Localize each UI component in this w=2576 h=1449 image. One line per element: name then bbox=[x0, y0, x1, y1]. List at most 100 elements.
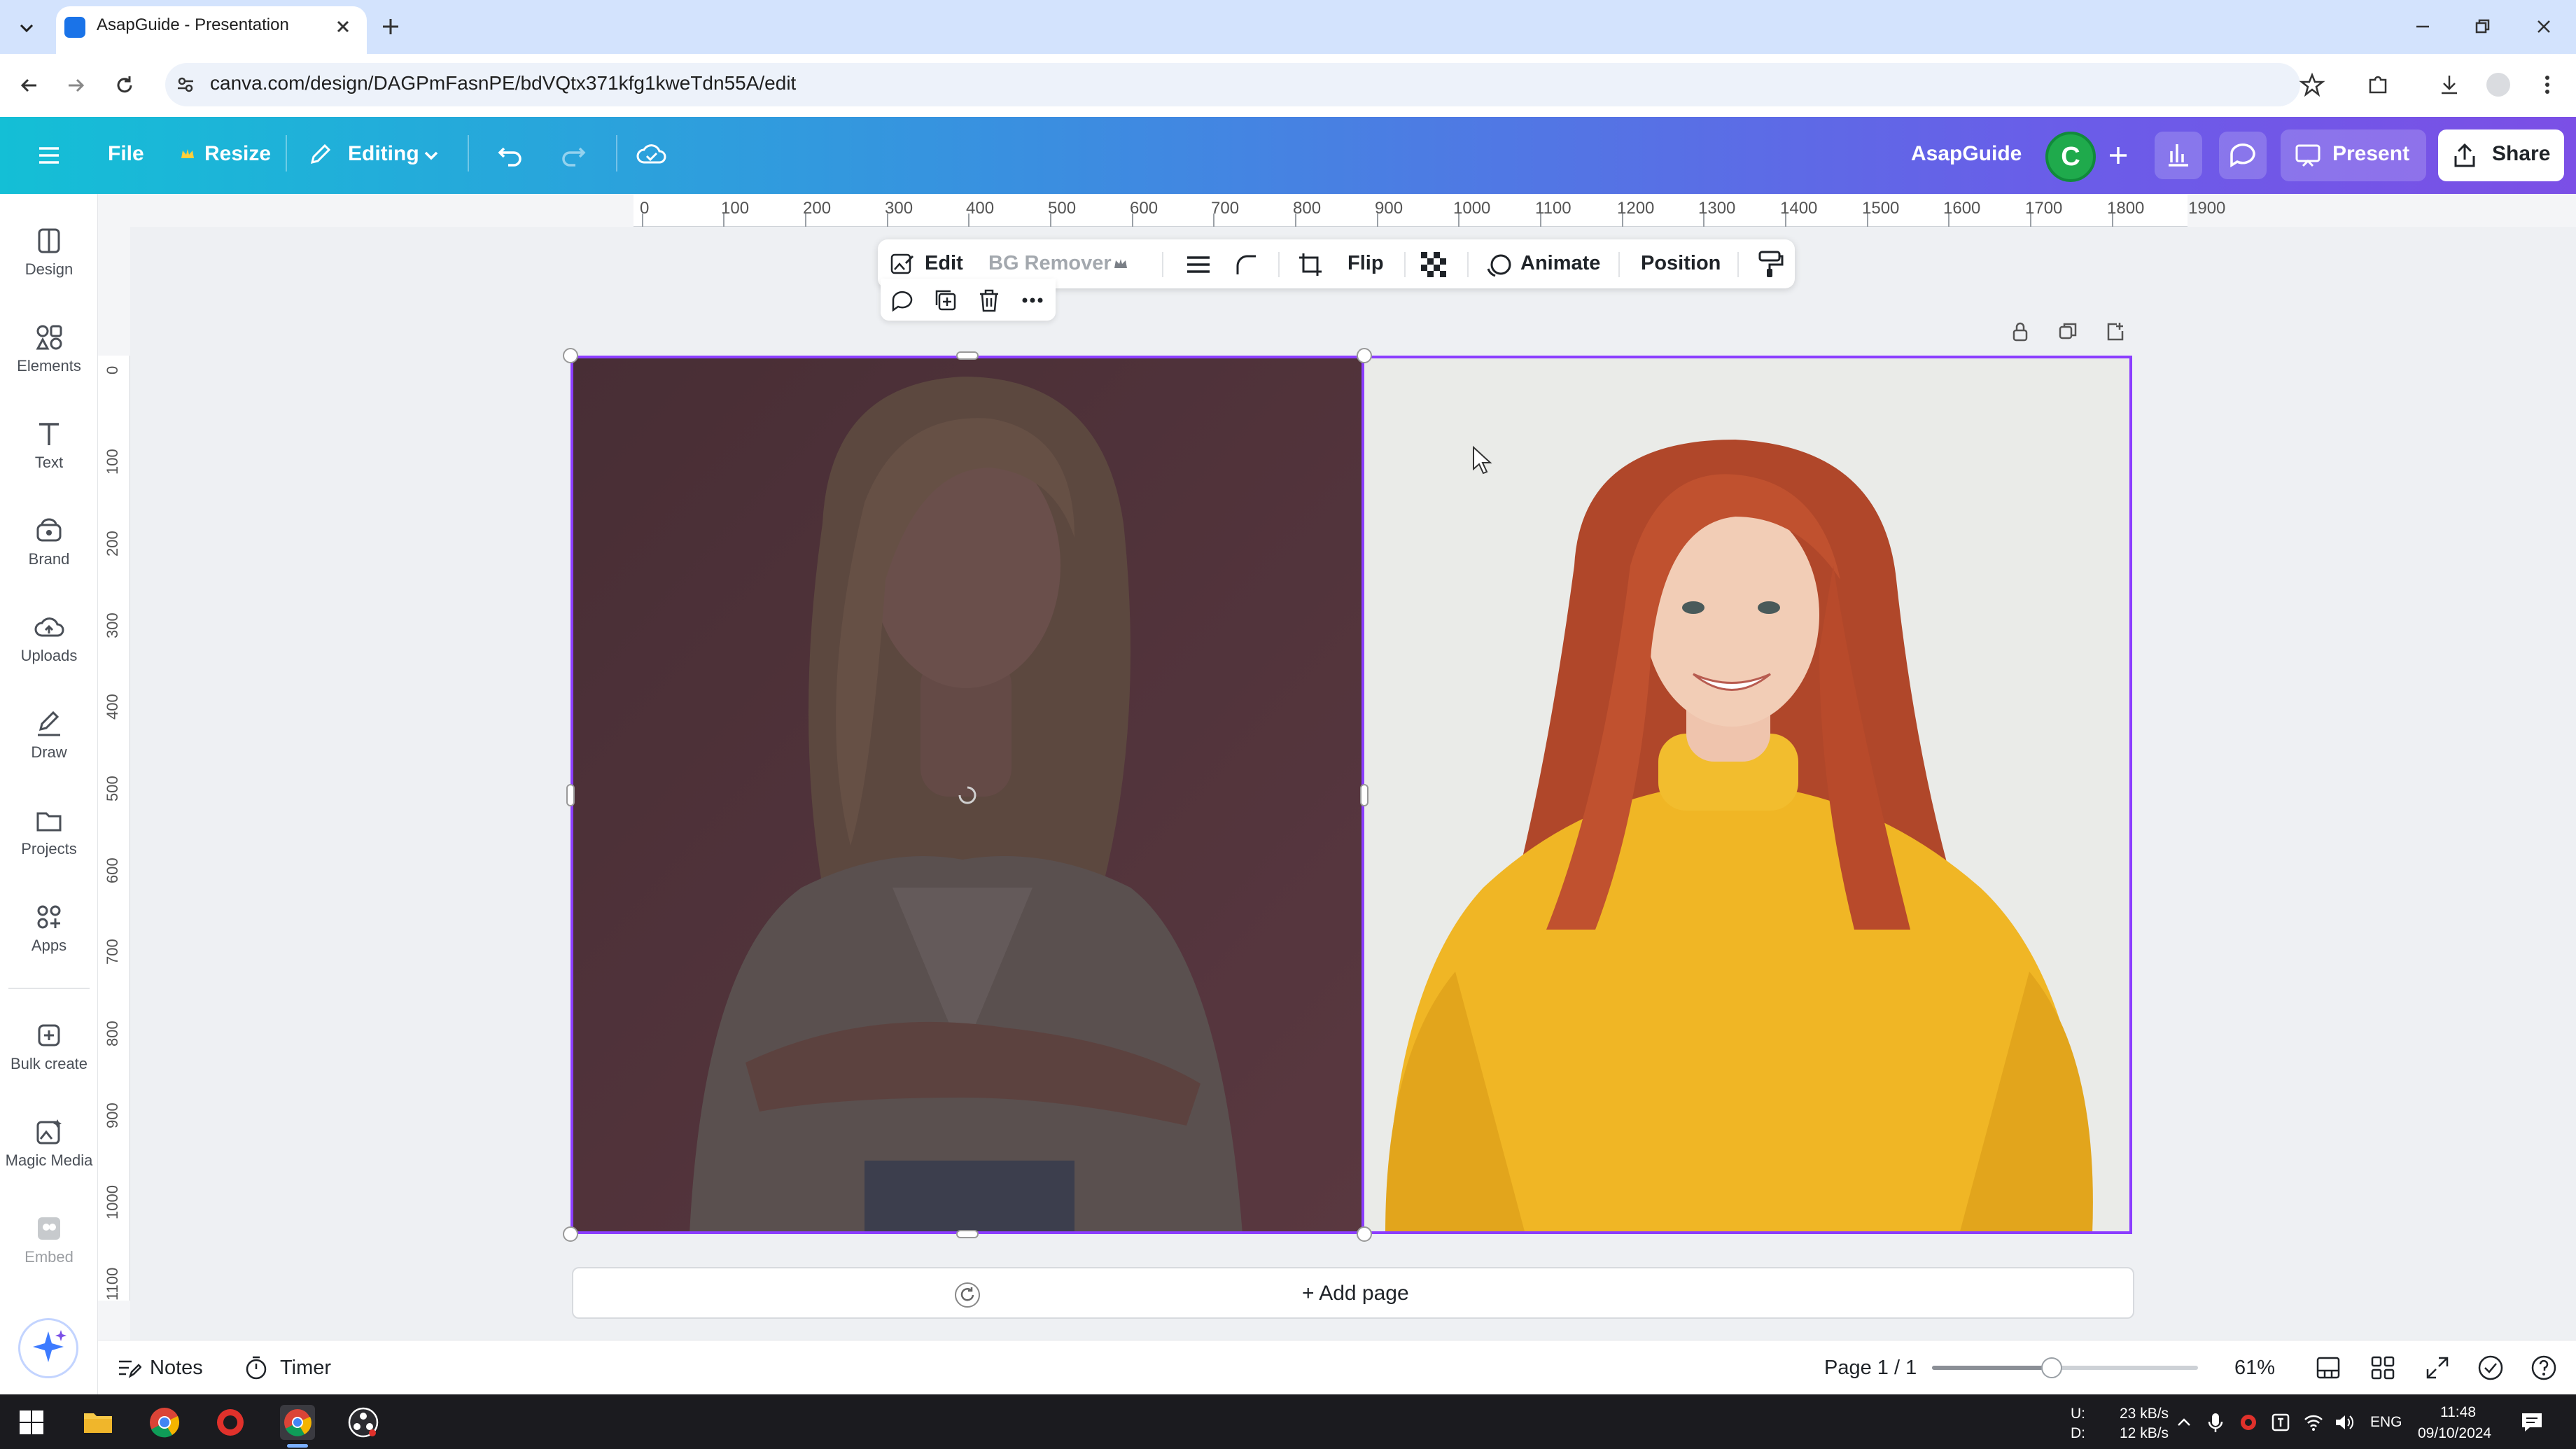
design-name[interactable]: AsapGuide bbox=[1911, 142, 2022, 166]
refresh-icon[interactable] bbox=[953, 1281, 981, 1309]
obs-icon[interactable] bbox=[347, 1406, 379, 1438]
add-page-label: + Add page bbox=[1302, 1282, 1409, 1305]
windows-start-icon[interactable] bbox=[18, 1409, 45, 1436]
url-text[interactable]: canva.com/design/DAGPmFasnPE/bdVQtx371kf… bbox=[210, 72, 796, 94]
window-minimize-icon[interactable] bbox=[2412, 15, 2434, 38]
tab-close-icon[interactable] bbox=[332, 15, 354, 38]
page-view-icon[interactable] bbox=[2314, 1354, 2342, 1382]
border-style-icon[interactable] bbox=[1184, 251, 1212, 279]
resize-button[interactable]: Resize bbox=[204, 142, 271, 166]
magic-assistant-button[interactable] bbox=[18, 1318, 78, 1378]
notes-button[interactable]: Notes bbox=[150, 1357, 203, 1380]
sidebar-item-design[interactable]: Design bbox=[0, 217, 98, 308]
user-avatar[interactable]: C bbox=[2045, 132, 2096, 182]
sidebar-item-label: Design bbox=[24, 260, 74, 278]
language-indicator[interactable]: ENG bbox=[2370, 1414, 2402, 1431]
tray-chevron-up-icon[interactable] bbox=[2174, 1413, 2194, 1432]
cloud-saved-icon[interactable] bbox=[634, 139, 669, 171]
editing-mode-button[interactable]: Editing bbox=[348, 142, 419, 166]
tab-search-button[interactable] bbox=[13, 14, 41, 42]
window-restore-icon[interactable] bbox=[2471, 15, 2493, 38]
timer-button[interactable]: Timer bbox=[280, 1357, 331, 1380]
sidebar-item-label: Bulk create bbox=[10, 1055, 88, 1072]
resize-handle[interactable] bbox=[566, 784, 575, 806]
net-up-label: U: bbox=[2071, 1406, 2085, 1422]
insights-button[interactable] bbox=[2155, 132, 2202, 179]
duplicate-icon[interactable] bbox=[932, 287, 959, 314]
resize-handle[interactable] bbox=[563, 348, 578, 363]
record-status-icon[interactable] bbox=[2239, 1413, 2258, 1432]
bg-remover-button[interactable]: BG Remover bbox=[988, 252, 1112, 275]
position-button[interactable]: Position bbox=[1641, 252, 1721, 275]
profile-icon[interactable] bbox=[2486, 73, 2510, 97]
grid-view-icon[interactable] bbox=[2369, 1354, 2397, 1382]
wifi-icon[interactable] bbox=[2303, 1413, 2324, 1432]
file-explorer-icon[interactable] bbox=[83, 1408, 113, 1436]
chrome-active-icon[interactable] bbox=[280, 1405, 315, 1440]
site-info-icon[interactable] bbox=[175, 74, 196, 95]
forward-arrow-icon[interactable] bbox=[62, 71, 90, 99]
trash-icon[interactable] bbox=[976, 287, 1002, 314]
resize-handle[interactable] bbox=[956, 351, 979, 360]
sidebar-item-draw[interactable]: Draw bbox=[0, 700, 98, 791]
redo-icon[interactable] bbox=[557, 139, 589, 171]
downloads-icon[interactable] bbox=[2436, 71, 2463, 98]
sidebar-item-text[interactable]: Text bbox=[0, 410, 98, 501]
back-arrow-icon[interactable] bbox=[15, 71, 43, 99]
notifications-icon[interactable] bbox=[2520, 1411, 2544, 1434]
sidebar-item-uploads[interactable]: Uploads bbox=[0, 603, 98, 694]
browser-menu-icon[interactable] bbox=[2534, 71, 2561, 98]
fullscreen-icon[interactable] bbox=[2423, 1354, 2451, 1382]
undo-icon[interactable] bbox=[494, 139, 526, 171]
sidebar-item-brand[interactable]: Brand bbox=[0, 507, 98, 598]
crop-icon[interactable] bbox=[1296, 251, 1324, 279]
sidebar-item-bulk-create[interactable]: Bulk create bbox=[0, 1011, 98, 1102]
add-page-icon[interactable] bbox=[2103, 319, 2128, 344]
resize-handle[interactable] bbox=[956, 1230, 979, 1238]
zoom-slider-handle[interactable] bbox=[2041, 1357, 2062, 1378]
edit-button[interactable]: Edit bbox=[925, 252, 963, 275]
recorder-app-icon[interactable] bbox=[216, 1408, 245, 1437]
comment-icon[interactable] bbox=[889, 287, 916, 314]
add-collaborator-icon[interactable] bbox=[2101, 139, 2135, 172]
flip-button[interactable]: Flip bbox=[1348, 252, 1384, 275]
sidebar-item-elements[interactable]: Elements bbox=[0, 314, 98, 405]
extensions-icon[interactable] bbox=[2365, 71, 2391, 98]
clock-time[interactable]: 11:48 bbox=[2440, 1404, 2476, 1421]
sidebar-item-label: Magic Media bbox=[5, 1152, 93, 1169]
resize-handle[interactable] bbox=[1357, 348, 1372, 363]
resize-handle[interactable] bbox=[1357, 1226, 1372, 1242]
image-selection-frame[interactable] bbox=[570, 356, 1364, 1234]
sidebar-item-magic-media[interactable]: Magic Media bbox=[0, 1108, 98, 1199]
bookmark-star-icon[interactable] bbox=[2299, 71, 2325, 98]
animate-button[interactable]: Animate bbox=[1520, 252, 1600, 275]
toolbar-divider bbox=[1278, 252, 1280, 277]
more-options-icon[interactable] bbox=[1019, 287, 1046, 314]
zoom-level[interactable]: 61% bbox=[2234, 1357, 2275, 1380]
main-menu-icon[interactable] bbox=[34, 140, 64, 171]
sidebar-item-apps[interactable]: Apps bbox=[0, 893, 98, 984]
comments-button[interactable] bbox=[2219, 132, 2267, 179]
page-indicator[interactable]: Page 1 / 1 bbox=[1824, 1357, 1917, 1380]
window-close-icon[interactable] bbox=[2533, 15, 2555, 38]
reload-icon[interactable] bbox=[111, 71, 139, 99]
transparency-icon[interactable] bbox=[1421, 252, 1446, 277]
volume-icon[interactable] bbox=[2334, 1413, 2355, 1432]
tray-app-icon[interactable] bbox=[2271, 1413, 2290, 1432]
microphone-icon[interactable] bbox=[2205, 1411, 2226, 1434]
duplicate-page-icon[interactable] bbox=[2055, 319, 2080, 344]
sidebar-item-projects[interactable]: Projects bbox=[0, 797, 98, 888]
clock-date[interactable]: 09/10/2024 bbox=[2418, 1425, 2491, 1442]
sidebar-item-embed[interactable]: Embed bbox=[0, 1205, 98, 1296]
corner-rounding-icon[interactable] bbox=[1232, 251, 1260, 279]
help-icon[interactable] bbox=[2530, 1354, 2558, 1382]
resize-handle[interactable] bbox=[1360, 784, 1368, 806]
copy-style-icon[interactable] bbox=[1756, 249, 1784, 279]
chrome-icon[interactable] bbox=[148, 1406, 181, 1438]
lock-page-icon[interactable] bbox=[2008, 319, 2033, 344]
resize-handle[interactable] bbox=[563, 1226, 578, 1242]
new-tab-icon[interactable] bbox=[378, 14, 403, 39]
file-menu-button[interactable]: File bbox=[108, 142, 144, 166]
chevron-down-icon[interactable] bbox=[420, 144, 442, 167]
check-icon[interactable] bbox=[2477, 1354, 2505, 1382]
